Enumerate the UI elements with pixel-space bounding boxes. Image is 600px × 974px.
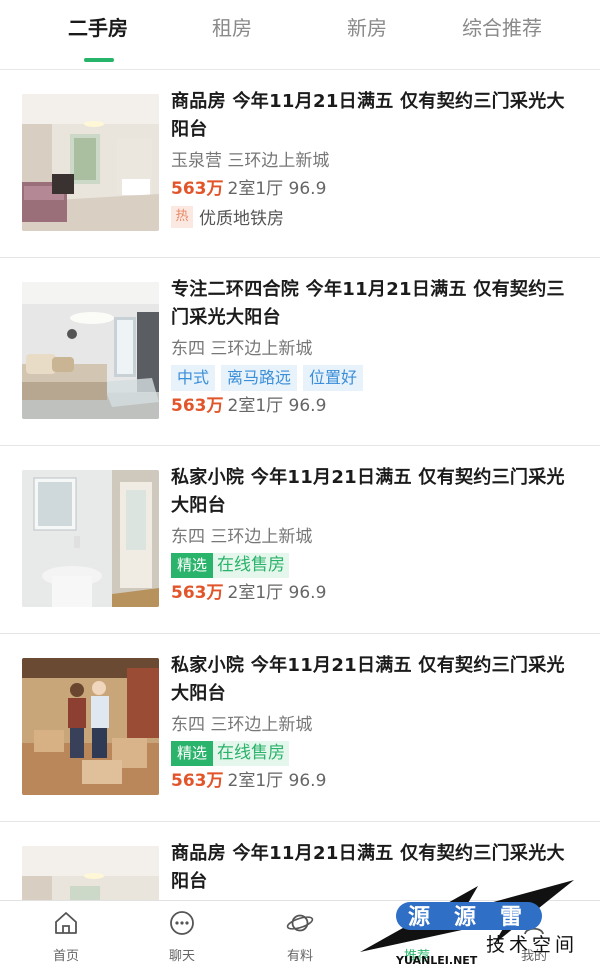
listing-title: 私家小院 今年11月21日满五 仅有契约三门采光大阳台	[171, 655, 565, 704]
featured-label: 精选	[171, 741, 214, 766]
listing-photo	[22, 94, 159, 231]
bottom-nav-bar: 首页 聊天 有料 推荐 我的	[0, 900, 600, 974]
nav-profile[interactable]: 我的	[494, 909, 574, 964]
nav-label: 首页	[52, 949, 79, 964]
top-tab-bar: 二手房 租房 新房 综合推荐	[0, 0, 600, 70]
listing-price-row: 563万 2室1厅 96.9	[171, 768, 581, 794]
featured-label: 精选	[171, 553, 214, 578]
listing-highlight: 热 优质地铁房	[171, 204, 581, 229]
listing-info: 商品房 今年11月21日满五 仅有契约三门采光大阳台 玉泉营 三环边上新城 56…	[171, 88, 581, 229]
listing-location: 东四 三环边上新城	[171, 339, 313, 359]
listing-price: 563万	[171, 396, 224, 416]
listing-specs: 2室1厅 96.9	[227, 179, 327, 199]
listing-specs: 2室1厅 96.9	[227, 583, 327, 603]
nav-label: 我的	[520, 949, 547, 964]
listing-location: 东四 三环边上新城	[171, 527, 313, 547]
online-sale-label: 在线售房	[213, 741, 290, 766]
listing-card[interactable]: 私家小院 今年11月21日满五 仅有契约三门采光大阳台 东四 三环边上新城 精选…	[0, 634, 600, 822]
nav-recommend[interactable]: 推荐	[377, 909, 457, 964]
listing-location: 东四 三环边上新城	[171, 715, 313, 735]
listing-info: 私家小院 今年11月21日满五 仅有契约三门采光大阳台 东四 三环边上新城 精选…	[171, 464, 581, 606]
tab-recommended[interactable]: 综合推荐	[432, 12, 572, 41]
listing-price-row: 563万 2室1厅 96.9	[171, 176, 581, 202]
recommend-icon	[407, 915, 427, 931]
listing-tag: 离马路远	[221, 365, 298, 391]
listing-title: 商品房 今年11月21日满五 仅有契约三门采光大阳台	[171, 843, 565, 892]
nav-feed[interactable]: 有料	[260, 909, 340, 964]
nav-label: 聊天	[168, 949, 195, 964]
listing-location: 玉泉营 三环边上新城	[171, 151, 330, 171]
listing-photo	[22, 282, 159, 419]
listing-info: 专注二环四合院 今年11月21日满五 仅有契约三门采光大阳台 东四 三环边上新城…	[171, 276, 581, 419]
listing-card[interactable]: 私家小院 今年11月21日满五 仅有契约三门采光大阳台 东四 三环边上新城 精选…	[0, 446, 600, 634]
listing-info: 商品房 今年11月21日满五 仅有契约三门采光大阳台	[171, 840, 581, 896]
tab-rental[interactable]: 租房	[162, 12, 302, 41]
listing-tag: 位置好	[303, 365, 364, 391]
nav-label: 有料	[286, 949, 313, 964]
nav-chat[interactable]: 聊天	[142, 909, 222, 964]
listing-tags: 中式 离马路远 位置好	[171, 365, 581, 391]
chat-icon	[170, 911, 194, 935]
listing-price: 563万	[171, 179, 224, 199]
planet-icon	[286, 914, 314, 932]
online-sale-label: 在线售房	[213, 553, 290, 578]
listing-title: 商品房 今年11月21日满五 仅有契约三门采光大阳台	[171, 91, 565, 140]
listing-specs: 2室1厅 96.9	[227, 396, 327, 416]
nav-home[interactable]: 首页	[26, 909, 106, 964]
listing-price: 563万	[171, 771, 224, 791]
listing-title: 专注二环四合院 今年11月21日满五 仅有契约三门采光大阳台	[171, 279, 565, 328]
tab-new-homes[interactable]: 新房	[297, 12, 437, 41]
highlight-text: 优质地铁房	[199, 209, 284, 229]
listing-photo	[22, 470, 159, 607]
listing-list: 商品房 今年11月21日满五 仅有契约三门采光大阳台 玉泉营 三环边上新城 56…	[0, 70, 600, 974]
listing-card[interactable]: 专注二环四合院 今年11月21日满五 仅有契约三门采光大阳台 东四 三环边上新城…	[0, 258, 600, 446]
listing-price: 563万	[171, 583, 224, 603]
listing-info: 私家小院 今年11月21日满五 仅有契约三门采光大阳台 东四 三环边上新城 精选…	[171, 652, 581, 794]
listing-tag: 中式	[171, 365, 216, 391]
profile-icon	[524, 913, 544, 935]
listing-price-row: 563万 2室1厅 96.9	[171, 580, 581, 606]
active-tab-indicator	[84, 58, 114, 62]
home-icon	[55, 912, 77, 934]
tab-second-hand[interactable]: 二手房	[28, 12, 168, 41]
listing-featured-badge: 精选 在线售房	[171, 553, 581, 578]
listing-card[interactable]: 商品房 今年11月21日满五 仅有契约三门采光大阳台 玉泉营 三环边上新城 56…	[0, 70, 600, 258]
listing-title: 私家小院 今年11月21日满五 仅有契约三门采光大阳台	[171, 467, 565, 516]
listing-featured-badge: 精选 在线售房	[171, 741, 581, 766]
nav-label: 推荐	[403, 949, 430, 964]
listing-specs: 2室1厅 96.9	[227, 771, 327, 791]
hot-badge: 热	[171, 205, 193, 228]
listing-price-row: 563万 2室1厅 96.9	[171, 393, 581, 419]
listing-photo	[22, 658, 159, 795]
